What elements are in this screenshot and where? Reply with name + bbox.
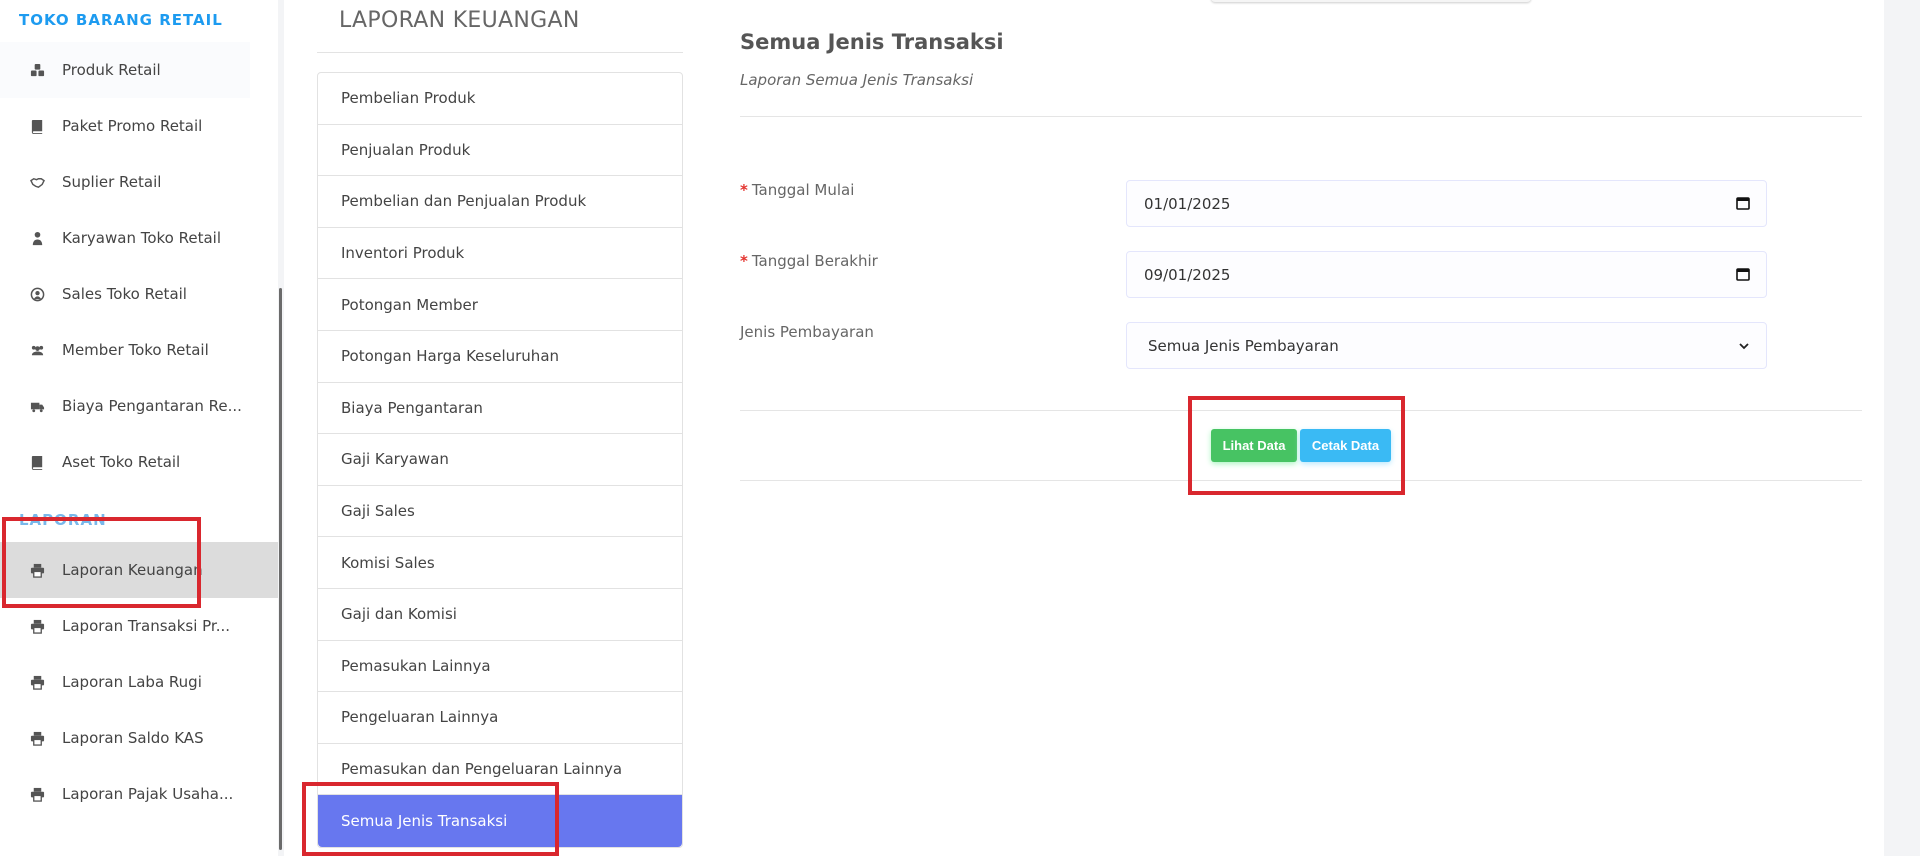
top-pill: [1211, 0, 1531, 2]
print-icon: [28, 617, 46, 635]
start-date-value: 01/01/2025: [1144, 194, 1231, 213]
report-menu-item[interactable]: Gaji dan Komisi: [318, 589, 682, 641]
main-card: LAPORAN KEUANGAN Pembelian Produk Penjua…: [284, 0, 1920, 856]
sidebar-item-label: Aset Toko Retail: [62, 453, 181, 471]
report-menu-item[interactable]: Pemasukan Lainnya: [318, 641, 682, 693]
sidebar-item-label: Produk Retail: [62, 61, 161, 79]
payment-type-label: Jenis Pembayaran: [740, 323, 874, 341]
report-menu-item[interactable]: Pengeluaran Lainnya: [318, 692, 682, 744]
report-menu-item[interactable]: Potongan Member: [318, 279, 682, 331]
sidebar-item-sales[interactable]: Sales Toko Retail: [0, 266, 278, 322]
sidebar-item-produk-retail[interactable]: Produk Retail: [0, 42, 250, 98]
sidebar-item-aset[interactable]: Aset Toko Retail: [0, 434, 278, 490]
sidebar: TOKO BARANG RETAIL Produk Retail Paket P…: [0, 0, 283, 856]
sidebar-item-label: Paket Promo Retail: [62, 117, 203, 135]
calendar-icon[interactable]: [1736, 267, 1750, 281]
boxes-icon: [28, 61, 46, 79]
annotation-box: [1188, 396, 1405, 495]
right-gutter: [1884, 0, 1920, 856]
sidebar-item-label: Laporan Laba Rugi: [62, 673, 202, 691]
print-icon: [28, 729, 46, 747]
report-menu-item[interactable]: Pembelian dan Penjualan Produk: [318, 176, 682, 228]
annotation-box: [2, 517, 201, 608]
start-date-input[interactable]: 01/01/2025: [1126, 180, 1767, 227]
sidebar-item-karyawan[interactable]: Karyawan Toko Retail: [0, 210, 278, 266]
report-menu-title: LAPORAN KEUANGAN: [339, 8, 580, 33]
page-title: Semua Jenis Transaksi: [740, 30, 1004, 54]
sidebar-item-label: Suplier Retail: [62, 173, 162, 191]
sidebar-item-label: Laporan Transaksi Pr...: [62, 617, 231, 635]
report-menu-item[interactable]: Inventori Produk: [318, 228, 682, 280]
end-date-input[interactable]: 09/01/2025: [1126, 251, 1767, 298]
required-mark: *: [740, 252, 748, 270]
sidebar-section-store: TOKO BARANG RETAIL: [19, 11, 223, 29]
sidebar-item-label: Biaya Pengantaran Re...: [62, 397, 242, 415]
annotation-box: [302, 782, 559, 856]
chevron-down-icon: [1739, 343, 1749, 350]
sidebar-item-label: Laporan Saldo KAS: [62, 729, 204, 747]
sidebar-item-label: Member Toko Retail: [62, 341, 209, 359]
end-date-label: * Tanggal Berakhir: [740, 252, 878, 270]
end-date-value: 09/01/2025: [1144, 265, 1231, 284]
payment-type-value: Semua Jenis Pembayaran: [1148, 336, 1339, 355]
user-tie-icon: [28, 229, 46, 247]
user-circle-icon: [28, 285, 46, 303]
report-menu-item[interactable]: Gaji Sales: [318, 486, 682, 538]
book-icon: [28, 453, 46, 471]
report-menu-list: Pembelian Produk Penjualan Produk Pembel…: [317, 72, 683, 848]
truck-icon: [28, 397, 46, 415]
end-date-label-text: Tanggal Berakhir: [751, 252, 878, 270]
sidebar-item-label: Laporan Pajak Usaha...: [62, 785, 234, 803]
users-icon: [28, 341, 46, 359]
divider: [740, 116, 1862, 117]
required-mark: *: [740, 181, 748, 199]
report-menu-item[interactable]: Pembelian Produk: [318, 73, 682, 125]
start-date-label: * Tanggal Mulai: [740, 181, 854, 199]
calendar-icon[interactable]: [1736, 196, 1750, 210]
payment-type-select[interactable]: Semua Jenis Pembayaran: [1126, 322, 1767, 369]
sidebar-item-label: Sales Toko Retail: [62, 285, 187, 303]
start-date-label-text: Tanggal Mulai: [751, 181, 855, 199]
report-menu-item[interactable]: Gaji Karyawan: [318, 434, 682, 486]
sidebar-item-laporan-laba-rugi[interactable]: Laporan Laba Rugi: [0, 654, 278, 710]
page-subtitle: Laporan Semua Jenis Transaksi: [740, 71, 974, 89]
report-menu-item[interactable]: Biaya Pengantaran: [318, 383, 682, 435]
sidebar-item-biaya[interactable]: Biaya Pengantaran Re...: [0, 378, 278, 434]
book-icon: [28, 117, 46, 135]
print-icon: [28, 785, 46, 803]
report-menu-item[interactable]: Potongan Harga Keseluruhan: [318, 331, 682, 383]
divider: [317, 52, 683, 53]
sidebar-item-laporan-pajak[interactable]: Laporan Pajak Usaha...: [0, 766, 278, 822]
print-icon: [28, 673, 46, 691]
sidebar-item-label: Karyawan Toko Retail: [62, 229, 222, 247]
sidebar-scrollbar-thumb[interactable]: [279, 288, 282, 850]
report-menu-item[interactable]: Penjualan Produk: [318, 125, 682, 177]
sidebar-item-paket-promo[interactable]: Paket Promo Retail: [0, 98, 278, 154]
sidebar-item-laporan-saldo[interactable]: Laporan Saldo KAS: [0, 710, 278, 766]
handshake-icon: [28, 173, 46, 191]
sidebar-item-member[interactable]: Member Toko Retail: [0, 322, 278, 378]
report-menu-item[interactable]: Komisi Sales: [318, 537, 682, 589]
sidebar-item-suplier[interactable]: Suplier Retail: [0, 154, 278, 210]
